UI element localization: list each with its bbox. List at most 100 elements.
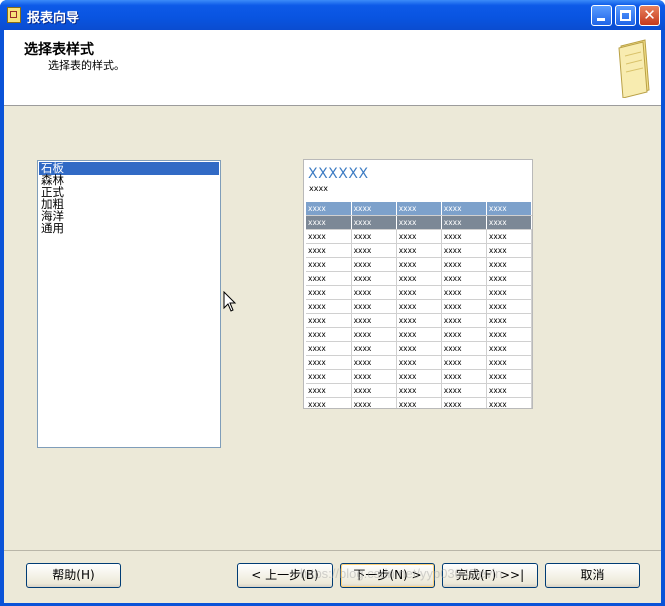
preview-cell: xxxx	[351, 383, 397, 398]
preview-row: xxxx xxxx xxxx xxxx xxxx	[306, 327, 532, 342]
preview-cell: xxxx	[396, 229, 442, 244]
preview-cell: xxxx	[441, 327, 487, 342]
preview-cell: xxxx	[351, 369, 397, 384]
preview-row: xxxx xxxx xxxx xxxx xxxx	[306, 341, 532, 356]
report-wizard-window: 报表向导 ✕ 选择表样式 选择表的样式。 石板 森林 正式 加粗 海洋 通用 XXXXXX…	[0, 0, 665, 606]
preview-cell: xxxx	[396, 327, 442, 342]
preview-cell: xxxx	[351, 313, 397, 328]
preview-cell: xxxx	[351, 271, 397, 286]
preview-cell: xxxx	[441, 271, 487, 286]
minimize-button[interactable]	[591, 5, 612, 26]
preview-row: xxxx xxxx xxxx xxxx xxxx	[306, 243, 532, 258]
preview-cell: xxxx	[351, 355, 397, 370]
preview-cell: xxxx	[351, 327, 397, 342]
preview-cell: xxxx	[486, 299, 532, 314]
watermark: https://blog.csdn.net/yyp0304Devin	[300, 566, 503, 581]
page-subtitle: 选择表的样式。	[48, 59, 125, 72]
preview-cell: xxxx	[306, 369, 352, 384]
preview-cell: xxxx	[441, 383, 487, 398]
preview-cell: xxxx	[306, 271, 352, 286]
preview-row: xxxx xxxx xxxx xxxx xxxx	[306, 285, 532, 300]
preview-row: xxxx xxxx xxxx xxxx xxxx	[306, 313, 532, 328]
style-listbox[interactable]: 石板 森林 正式 加粗 海洋 通用	[37, 160, 221, 448]
close-button[interactable]: ✕	[639, 5, 660, 26]
preview-cell: xxxx	[396, 202, 442, 216]
preview-cell: xxxx	[441, 229, 487, 244]
title-bar[interactable]: 报表向导 ✕	[0, 0, 665, 30]
preview-cell: xxxx	[486, 383, 532, 398]
preview-row: xxxx xxxx xxxx xxxx xxxx	[306, 383, 532, 398]
preview-cell: xxxx	[306, 257, 352, 272]
report-document-icon	[618, 39, 650, 98]
preview-cell: xxxx	[396, 299, 442, 314]
preview-cell: xxxx	[486, 271, 532, 286]
preview-row: xxxx xxxx xxxx xxxx xxxx	[306, 229, 532, 244]
page-title: 选择表样式	[24, 42, 94, 58]
preview-cell: xxxx	[441, 299, 487, 314]
preview-cell: xxxx	[441, 243, 487, 258]
preview-cell: xxxx	[306, 285, 352, 300]
style-list-item[interactable]: 通用	[39, 222, 219, 235]
preview-title: XXXXXX	[308, 166, 369, 182]
preview-cell: xxxx	[486, 229, 532, 244]
maximize-icon	[620, 10, 631, 21]
preview-cell: xxxx	[396, 215, 442, 230]
style-preview: XXXXXX xxxx xxxx xxxx xxxx xxxx xxxx xxxx xxxx…	[303, 159, 533, 409]
preview-row: xxxx xxxx xxxx xxxx xxxx	[306, 369, 532, 384]
mouse-pointer-icon	[223, 291, 237, 312]
preview-cell: xxxx	[351, 229, 397, 244]
preview-subtitle: xxxx	[309, 184, 328, 193]
preview-cell: xxxx	[396, 355, 442, 370]
preview-cell: xxxx	[306, 243, 352, 258]
preview-row: xxxx xxxx xxxx xxxx xxxx	[306, 202, 532, 216]
preview-cell: xxxx	[396, 397, 442, 408]
preview-cell: xxxx	[486, 327, 532, 342]
preview-cell: xxxx	[486, 341, 532, 356]
preview-cell: xxxx	[306, 397, 352, 408]
preview-cell: xxxx	[441, 202, 487, 216]
preview-cell: xxxx	[351, 341, 397, 356]
preview-cell: xxxx	[396, 257, 442, 272]
minimize-icon	[597, 18, 605, 21]
preview-cell: xxxx	[441, 313, 487, 328]
preview-cell: xxxx	[441, 369, 487, 384]
preview-row: xxxx xxxx xxxx xxxx xxxx	[306, 271, 532, 286]
preview-cell: xxxx	[306, 202, 352, 216]
preview-cell: xxxx	[351, 299, 397, 314]
window-title: 报表向导	[27, 11, 80, 26]
cancel-button[interactable]: 取消	[545, 563, 640, 588]
preview-cell: xxxx	[351, 285, 397, 300]
help-button[interactable]: 帮助(H)	[26, 563, 121, 588]
report-app-icon	[7, 7, 21, 23]
preview-cell: xxxx	[396, 369, 442, 384]
preview-cell: xxxx	[306, 313, 352, 328]
preview-cell: xxxx	[486, 285, 532, 300]
preview-cell: xxxx	[486, 313, 532, 328]
wizard-body: 石板 森林 正式 加粗 海洋 通用 XXXXXX xxxx xxxx xxxx xxxx xxx…	[4, 106, 661, 550]
preview-cell: xxxx	[486, 355, 532, 370]
preview-cell: xxxx	[441, 397, 487, 408]
preview-row: xxxx xxxx xxxx xxxx xxxx	[306, 355, 532, 370]
maximize-button[interactable]	[615, 5, 636, 26]
preview-cell: xxxx	[441, 355, 487, 370]
preview-cell: xxxx	[306, 383, 352, 398]
preview-cell: xxxx	[486, 397, 532, 408]
preview-cell: xxxx	[306, 215, 352, 230]
preview-cell: xxxx	[486, 369, 532, 384]
preview-cell: xxxx	[396, 313, 442, 328]
preview-cell: xxxx	[306, 327, 352, 342]
preview-cell: xxxx	[486, 215, 532, 230]
preview-cell: xxxx	[441, 215, 487, 230]
close-icon: ✕	[643, 6, 656, 24]
preview-cell: xxxx	[396, 341, 442, 356]
preview-cell: xxxx	[396, 383, 442, 398]
wizard-header: 选择表样式 选择表的样式。	[4, 30, 661, 106]
preview-cell: xxxx	[306, 299, 352, 314]
preview-cell: xxxx	[306, 355, 352, 370]
preview-cell: xxxx	[306, 229, 352, 244]
preview-row: xxxx xxxx xxxx xxxx xxxx	[306, 397, 532, 408]
preview-cell: xxxx	[441, 341, 487, 356]
preview-cell: xxxx	[351, 397, 397, 408]
preview-cell: xxxx	[351, 257, 397, 272]
preview-row: xxxx xxxx xxxx xxxx xxxx	[306, 299, 532, 314]
